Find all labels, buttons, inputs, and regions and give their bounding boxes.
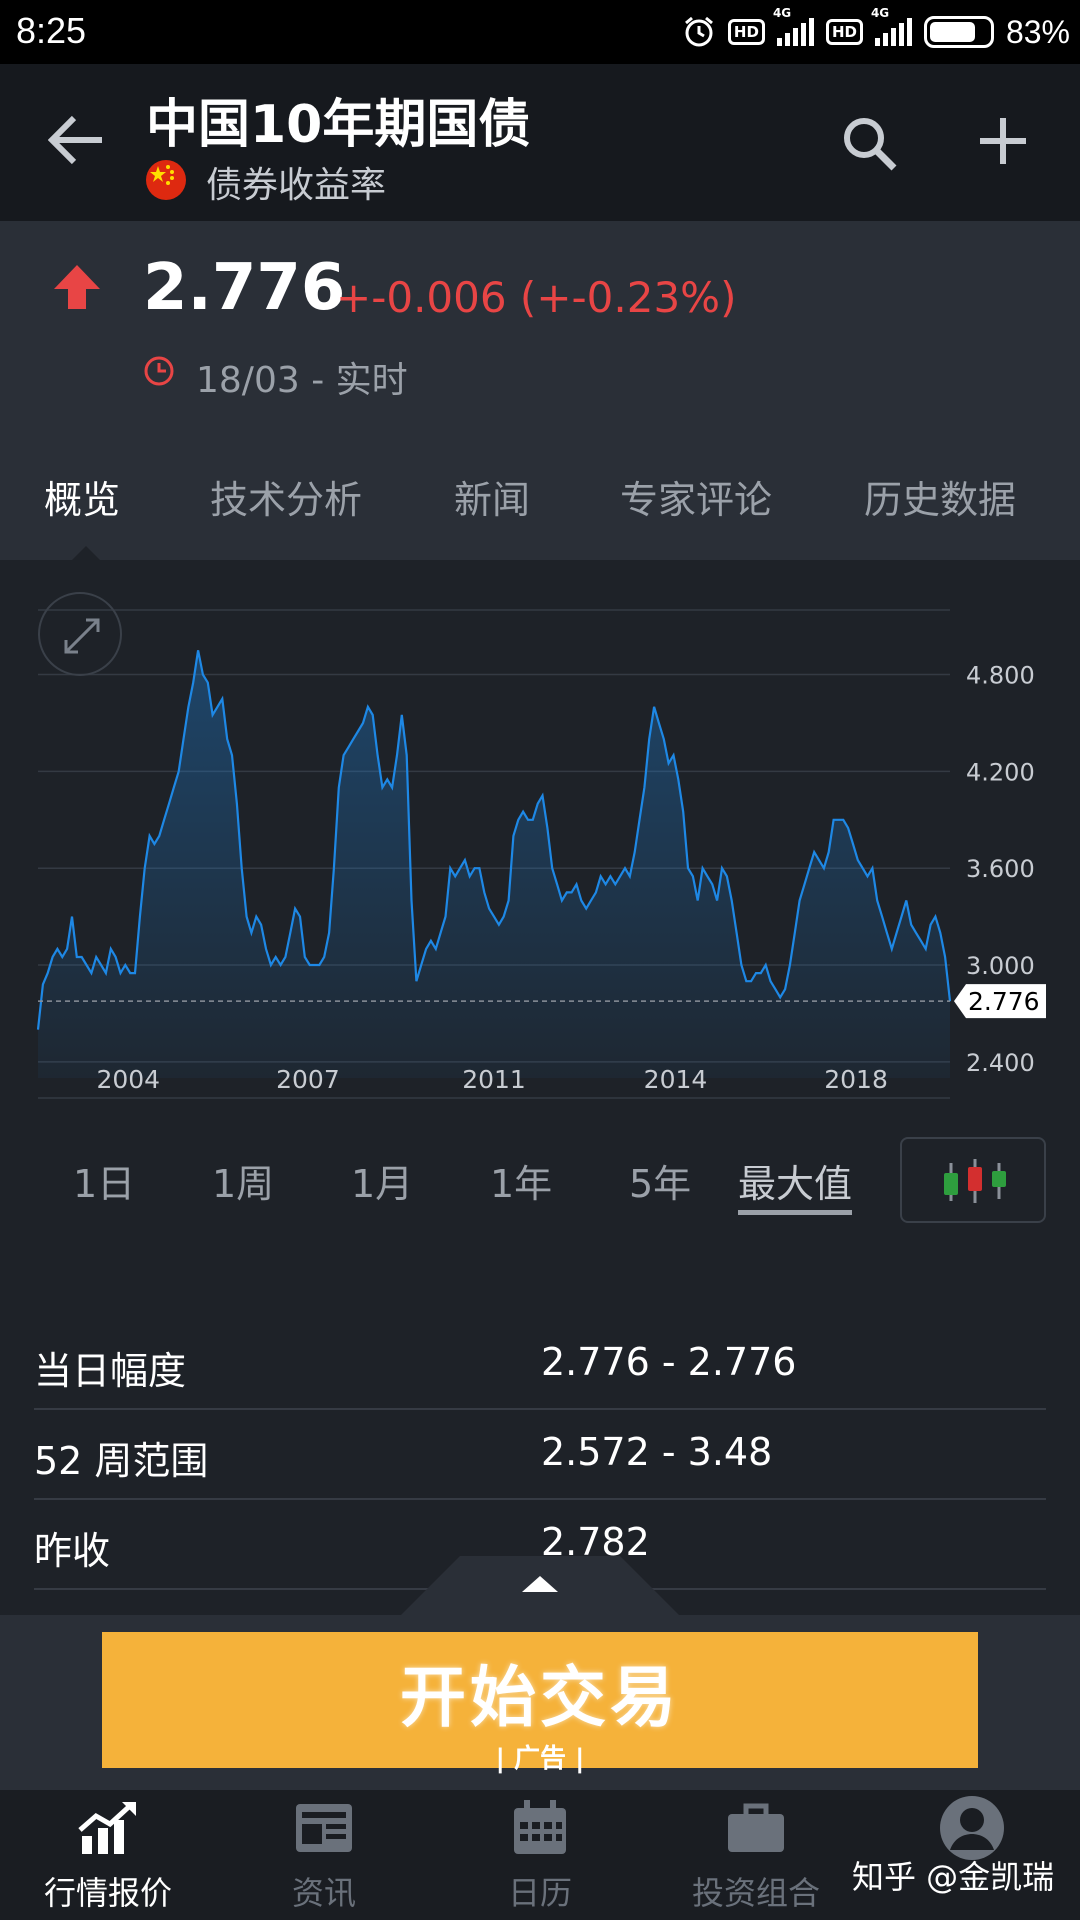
chart-type-button[interactable]: [900, 1137, 1046, 1223]
quote-timestamp: 18/03 - 实时: [196, 360, 408, 401]
x-tick-label: 2018: [824, 1065, 888, 1094]
quote-panel: 2.776 +-0.006 (+-0.23%) 18/03 - 实时: [0, 221, 1080, 423]
nav-label: 行情报价: [43, 1874, 172, 1912]
calendar-icon: [514, 1800, 566, 1854]
current-value-label: 2.776: [968, 987, 1040, 1016]
nav-calendar[interactable]: 日历: [432, 1790, 648, 1920]
china-flag-icon: [146, 160, 186, 200]
y-tick-label: 3.000: [966, 952, 1035, 980]
signal-icon: 4G: [773, 6, 814, 46]
range-1w[interactable]: 1周: [212, 1153, 274, 1208]
chart-svg: 4.800 4.200 3.600 3.000 2.400 2.776 2004 2007 20…: [36, 609, 1046, 1099]
tab-bar: 概览 技术分析 新闻 专家评论 历史数据: [0, 423, 1080, 560]
app-header: 中国10年期国债 债券收益率: [0, 64, 1080, 221]
series-area: [38, 650, 950, 1078]
stat-label: 当日幅度: [34, 1349, 187, 1393]
page-title: 中国10年期国债: [146, 95, 531, 155]
nav-label: 日历: [507, 1874, 572, 1912]
battery-icon: [923, 16, 994, 48]
stat-value: 2.572 - 3.48: [541, 1430, 773, 1474]
status-time: 8:25: [16, 10, 87, 51]
yield-chart[interactable]: 4.800 4.200 3.600 3.000 2.400 2.776 2004 2007 20…: [0, 560, 1080, 1100]
alarm-icon: [684, 16, 713, 47]
page-subtitle: 债券收益率: [206, 165, 387, 206]
x-tick-label: 2014: [644, 1065, 708, 1094]
expand-icon: [64, 618, 100, 654]
stat-label: 昨收: [34, 1529, 111, 1573]
range-selector: 1日 1周 1月 1年 5年 最大值: [0, 1135, 1080, 1225]
stat-label: 52 周范围: [34, 1439, 209, 1483]
range-1m[interactable]: 1月: [351, 1153, 413, 1208]
search-icon[interactable]: [840, 114, 900, 174]
expand-chart-button[interactable]: [38, 592, 122, 676]
nav-portfolio[interactable]: 投资组合: [648, 1790, 864, 1920]
y-tick-label: 4.800: [966, 662, 1035, 690]
watermark: 知乎 @金凯瑞: [852, 1858, 1055, 1896]
ad-title: 开始交易: [400, 1659, 680, 1736]
tab-expert[interactable]: 专家评论: [620, 469, 772, 524]
range-1y[interactable]: 1年: [490, 1153, 552, 1208]
nav-quotes[interactable]: 行情报价: [0, 1790, 216, 1920]
hd-icon: HD: [727, 19, 765, 45]
x-tick-label: 2007: [276, 1065, 340, 1094]
tab-overview[interactable]: 概览: [44, 469, 120, 524]
y-tick-label: 2.400: [966, 1049, 1035, 1077]
nav-label: 资讯: [291, 1874, 356, 1912]
ad-tag: | 广告 |: [495, 1744, 585, 1774]
range-5y[interactable]: 5年: [629, 1153, 691, 1208]
back-arrow-icon[interactable]: [48, 114, 104, 166]
stat-row-day-range: 当日幅度 2.776 - 2.776: [34, 1320, 1046, 1410]
stat-row-52w-range: 52 周范围 2.572 - 3.48: [34, 1410, 1046, 1500]
nav-label: 投资组合: [691, 1874, 820, 1912]
active-tab-pointer: [72, 546, 100, 560]
tab-history[interactable]: 历史数据: [864, 469, 1016, 524]
range-1d[interactable]: 1日: [73, 1153, 135, 1208]
briefcase-icon: [728, 1803, 784, 1852]
hd-icon: HD: [825, 19, 863, 45]
candlestick-icon: [944, 1159, 1006, 1203]
range-max[interactable]: 最大值: [738, 1153, 853, 1215]
tab-technical[interactable]: 技术分析: [210, 469, 362, 524]
tab-news[interactable]: 新闻: [454, 469, 530, 524]
x-tick-label: 2011: [462, 1065, 526, 1094]
start-trading-ad[interactable]: 开始交易 | 广告 |: [102, 1632, 978, 1774]
clock-icon: [144, 356, 174, 386]
y-tick-label: 3.600: [966, 855, 1035, 883]
plus-icon[interactable]: [978, 116, 1028, 166]
battery-percent: 83%: [1005, 13, 1070, 50]
news-icon: [296, 1804, 352, 1852]
price-value: 2.776: [143, 251, 346, 325]
stat-value: 2.776 - 2.776: [541, 1340, 797, 1384]
signal-icon: 4G: [871, 6, 912, 46]
stats-table: 当日幅度 2.776 - 2.776 52 周范围 2.572 - 3.48 昨…: [34, 1320, 1046, 1590]
status-icons: HD 4G HD 4G 83%: [682, 6, 1070, 54]
price-change: +-0.006 (+-0.23%): [336, 273, 737, 322]
status-bar: 8:25 HD 4G HD 4G 83%: [0, 0, 1080, 64]
nav-news[interactable]: 资讯: [216, 1790, 432, 1920]
drawer-handle[interactable]: [400, 1556, 680, 1616]
y-tick-label: 4.200: [966, 758, 1035, 786]
x-tick-label: 2004: [96, 1065, 160, 1094]
up-arrow-icon: [54, 265, 100, 309]
market-chart-icon: [78, 1802, 136, 1854]
